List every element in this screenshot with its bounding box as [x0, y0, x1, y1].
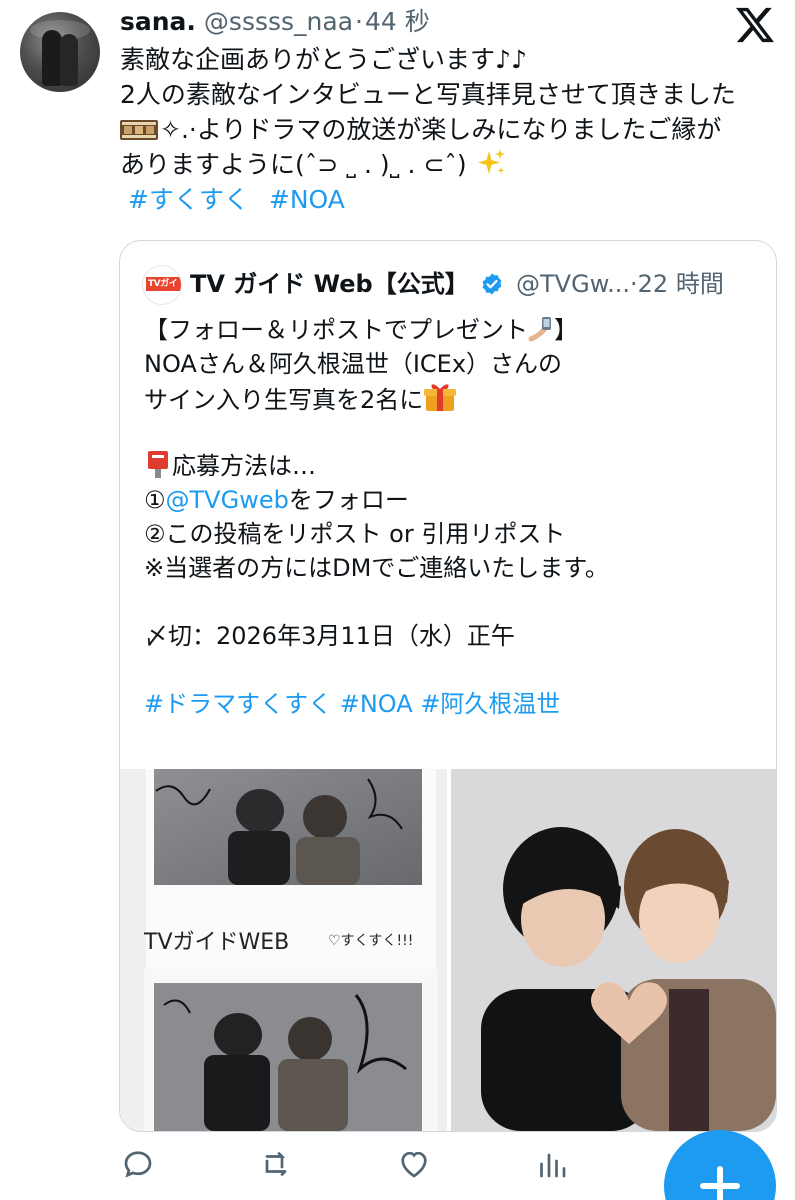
hashtag-row: #すくすく #NOA	[128, 182, 790, 217]
portrait-illustration	[451, 769, 776, 1131]
repost-icon[interactable]	[258, 1146, 294, 1182]
quote-line: サイン入り生写真を2名に	[144, 381, 764, 415]
film-frames-icon	[120, 120, 158, 140]
postbox-icon	[148, 451, 168, 478]
post-line-text: ありますように(ˆ⊃ ˽ . )˽ . ⊂ˆ)	[120, 150, 467, 179]
quote-line-text: ①	[144, 486, 166, 514]
views-icon[interactable]	[534, 1146, 570, 1182]
quote-line-text: サイン入り生写真を2名に	[144, 386, 424, 414]
quote-line-text: 】	[554, 316, 578, 344]
quote-handle[interactable]: @TVGw...	[516, 270, 630, 298]
quote-line: ①@TVGwebをフォロー	[144, 483, 764, 517]
quote-line: ※当選者の方にはDMでご連絡いたします。	[144, 554, 609, 582]
quote-timestamp[interactable]: 22 時間	[638, 270, 724, 298]
user-handle[interactable]: @sssss_naa	[204, 7, 353, 36]
handwritten-caption: ♡すくすく!!!	[328, 933, 413, 949]
post-line: 2人の素敵なインタビューと写真拝見させて頂きました	[120, 80, 736, 109]
quote-line-text: をフォロー	[288, 486, 409, 514]
portrait-photo-image[interactable]	[451, 769, 776, 1131]
separator: ·	[355, 7, 363, 36]
quote-line: ②この投稿をリポスト or 引用リポスト	[144, 520, 566, 548]
avatar[interactable]	[20, 12, 100, 92]
quote-avatar[interactable]: TVガイド	[142, 265, 182, 305]
quote-header: TV ガイド Web【公式】 @TVGw...·22 時間	[190, 265, 724, 303]
tweet-screen: sana. @sssss_naa·44 秒 素敵な企画ありがとうございます♪♪ 2…	[0, 0, 795, 1200]
quote-line-text: 【フォロー＆リポストでプレゼント	[144, 316, 528, 344]
quote-hashtags[interactable]: #ドラマすくすく #NOA #阿久根温世	[144, 687, 764, 721]
compose-button[interactable]	[664, 1130, 776, 1200]
post-line-text: ✧.·よりドラマの放送が楽しみになりましたご縁が	[160, 115, 722, 144]
quote-line-text: 応募方法は…	[172, 452, 316, 480]
post-line: 素敵な企画ありがとうございます♪♪	[120, 45, 527, 74]
x-logo-icon	[736, 7, 774, 43]
separator: ·	[630, 270, 638, 298]
post-line: ✧.·よりドラマの放送が楽しみになりましたご縁が	[120, 112, 790, 147]
quote-line: NOAさん＆阿久根温世（ICEx）さんの	[144, 350, 563, 378]
brand-logo: TVガイド	[146, 277, 181, 303]
gift-icon	[424, 384, 457, 411]
heart-icon[interactable]	[396, 1146, 432, 1182]
reply-icon[interactable]	[120, 1146, 156, 1182]
post-text: 素敵な企画ありがとうございます♪♪ 2人の素敵なインタビューと写真拝見させて頂き…	[120, 42, 790, 217]
quote-line: 応募方法は…	[144, 449, 764, 483]
hashtag-link[interactable]: #すくすく	[128, 185, 249, 214]
polaroid-illustration: TVガイドWEB ♡すくすく!!!	[120, 769, 447, 1131]
selfie-icon	[528, 317, 551, 342]
quote-text: 【フォロー＆リポストでプレゼント 】 NOAさん＆阿久根温世（ICEx）さんの …	[144, 313, 764, 721]
quote-line: 〆切：2026年3月11日（水）正午	[144, 622, 515, 650]
sparkles-icon	[477, 149, 505, 174]
verified-badge-icon	[482, 273, 502, 295]
handwritten-caption: TVガイドWEB	[143, 930, 289, 955]
display-name[interactable]: sana.	[120, 7, 196, 36]
polaroid-photo-image[interactable]: TVガイドWEB ♡すくすく!!!	[120, 769, 447, 1131]
quote-line: 【フォロー＆リポストでプレゼント 】	[144, 313, 764, 347]
post-line: ありますように(ˆ⊃ ˽ . )˽ . ⊂ˆ)	[120, 147, 790, 182]
quote-display-name[interactable]: TV ガイド Web【公式】	[190, 270, 469, 298]
hashtag-link[interactable]: #NOA	[269, 185, 345, 214]
post-header: sana. @sssss_naa·44 秒	[120, 6, 430, 38]
timestamp[interactable]: 44 秒	[365, 7, 430, 36]
quoted-post-card[interactable]: TVガイド TV ガイド Web【公式】 @TVGw...·22 時間 【フォロ…	[119, 240, 777, 1132]
mention-link[interactable]: @TVGweb	[166, 486, 289, 514]
action-bar	[120, 1146, 620, 1186]
